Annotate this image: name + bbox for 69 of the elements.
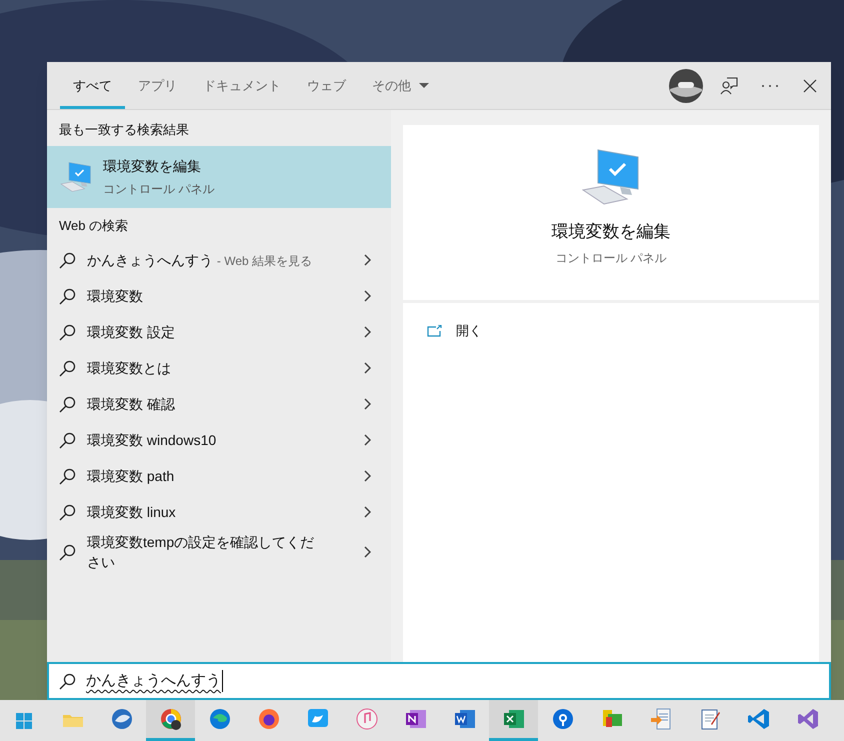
- chevron-right-icon: [364, 362, 371, 374]
- section-heading: Web の検索: [58, 216, 130, 235]
- suggestion-text: 環境変数 path: [87, 468, 174, 484]
- result-title: 環境変数を編集: [103, 157, 202, 176]
- search-icon: [59, 396, 76, 412]
- feedback-icon[interactable]: [720, 76, 738, 94]
- open-icon: [427, 325, 442, 337]
- web-search-item[interactable]: 環境変数 windows10: [47, 422, 391, 458]
- tab[interactable]: ドキュメント: [190, 62, 294, 109]
- result-subtitle: コントロール パネル: [103, 181, 214, 198]
- web-search-item[interactable]: 環境変数 確認: [47, 386, 391, 422]
- code-editor-icon: [746, 707, 770, 731]
- suggestion-hint: - Web 結果を見る: [216, 254, 312, 268]
- code-editor-icon: [796, 707, 820, 731]
- suggestion-text: 環境変数tempの設定を確認してください: [87, 534, 314, 570]
- suggestion-text: 環境変数 設定: [87, 324, 175, 340]
- search-icon: [59, 468, 76, 484]
- search-icon: [59, 324, 76, 340]
- web-search-item[interactable]: 環境変数tempの設定を確認してください: [47, 530, 391, 574]
- tab[interactable]: アプリ: [125, 62, 190, 109]
- taskbar-button[interactable]: [146, 700, 195, 741]
- web-search-item[interactable]: 環境変数とは: [47, 350, 391, 386]
- map-pin-icon: [550, 707, 574, 731]
- tab[interactable]: ウェブ: [294, 62, 359, 109]
- chevron-right-icon: [364, 546, 371, 558]
- computer-icon: [582, 149, 640, 205]
- document-icon: [452, 707, 476, 731]
- chevron-right-icon: [364, 326, 371, 338]
- search-icon: [59, 252, 76, 268]
- suggestion-text: 環境変数 確認: [87, 396, 175, 412]
- preview-title: 環境変数を編集: [552, 221, 670, 243]
- search-icon: [59, 288, 76, 304]
- chevron-right-icon: [364, 290, 371, 302]
- caret-icon: [419, 83, 429, 88]
- web-search-item[interactable]: 環境変数 path: [47, 458, 391, 494]
- file-transfer-icon: [648, 707, 672, 731]
- suggestion-text: 環境変数とは: [87, 360, 171, 376]
- open-action[interactable]: 開く: [456, 321, 482, 341]
- chevron-right-icon: [364, 254, 371, 266]
- chevron-right-icon: [364, 470, 371, 482]
- computer-icon: [60, 162, 92, 192]
- search-text: かんきょうへんすう: [86, 670, 223, 692]
- close-icon[interactable]: [803, 78, 817, 92]
- suggestion-text: 環境変数: [87, 288, 143, 304]
- more-icon[interactable]: [761, 84, 779, 88]
- suggestion-text: 環境変数 linux: [87, 504, 176, 520]
- chevron-right-icon: [364, 506, 371, 518]
- windows-logo-icon: [16, 712, 32, 728]
- chevron-right-icon: [364, 398, 371, 410]
- spreadsheet-icon: [502, 707, 526, 731]
- search-icon: [59, 544, 76, 560]
- section-heading: 最も一致する検索結果: [58, 121, 190, 139]
- web-search-item[interactable]: かんきょうへんすう - Web 結果を見る: [47, 242, 391, 278]
- notebook-icon: [404, 707, 428, 731]
- web-search-item[interactable]: 環境変数 linux: [47, 494, 391, 530]
- search-field[interactable]: かんきょうへんすう: [47, 662, 831, 700]
- search-icon: [59, 672, 76, 690]
- web-search-item[interactable]: 環境変数: [47, 278, 391, 314]
- tab-label: その他: [372, 76, 411, 95]
- search-icon: [59, 432, 76, 448]
- menu-tab[interactable]: その他: [359, 62, 442, 109]
- chevron-right-icon: [364, 434, 371, 446]
- search-icon: [59, 504, 76, 520]
- best-match-item[interactable]: 環境変数を編集 コントロール パネル: [47, 146, 391, 208]
- suggestion-text: 環境変数 windows10: [87, 432, 216, 448]
- suggestion-text: かんきょうへんすう: [87, 252, 213, 268]
- web-search-item[interactable]: 環境変数 設定: [47, 314, 391, 350]
- search-icon: [59, 360, 76, 376]
- preview-subtitle: コントロール パネル: [555, 250, 667, 266]
